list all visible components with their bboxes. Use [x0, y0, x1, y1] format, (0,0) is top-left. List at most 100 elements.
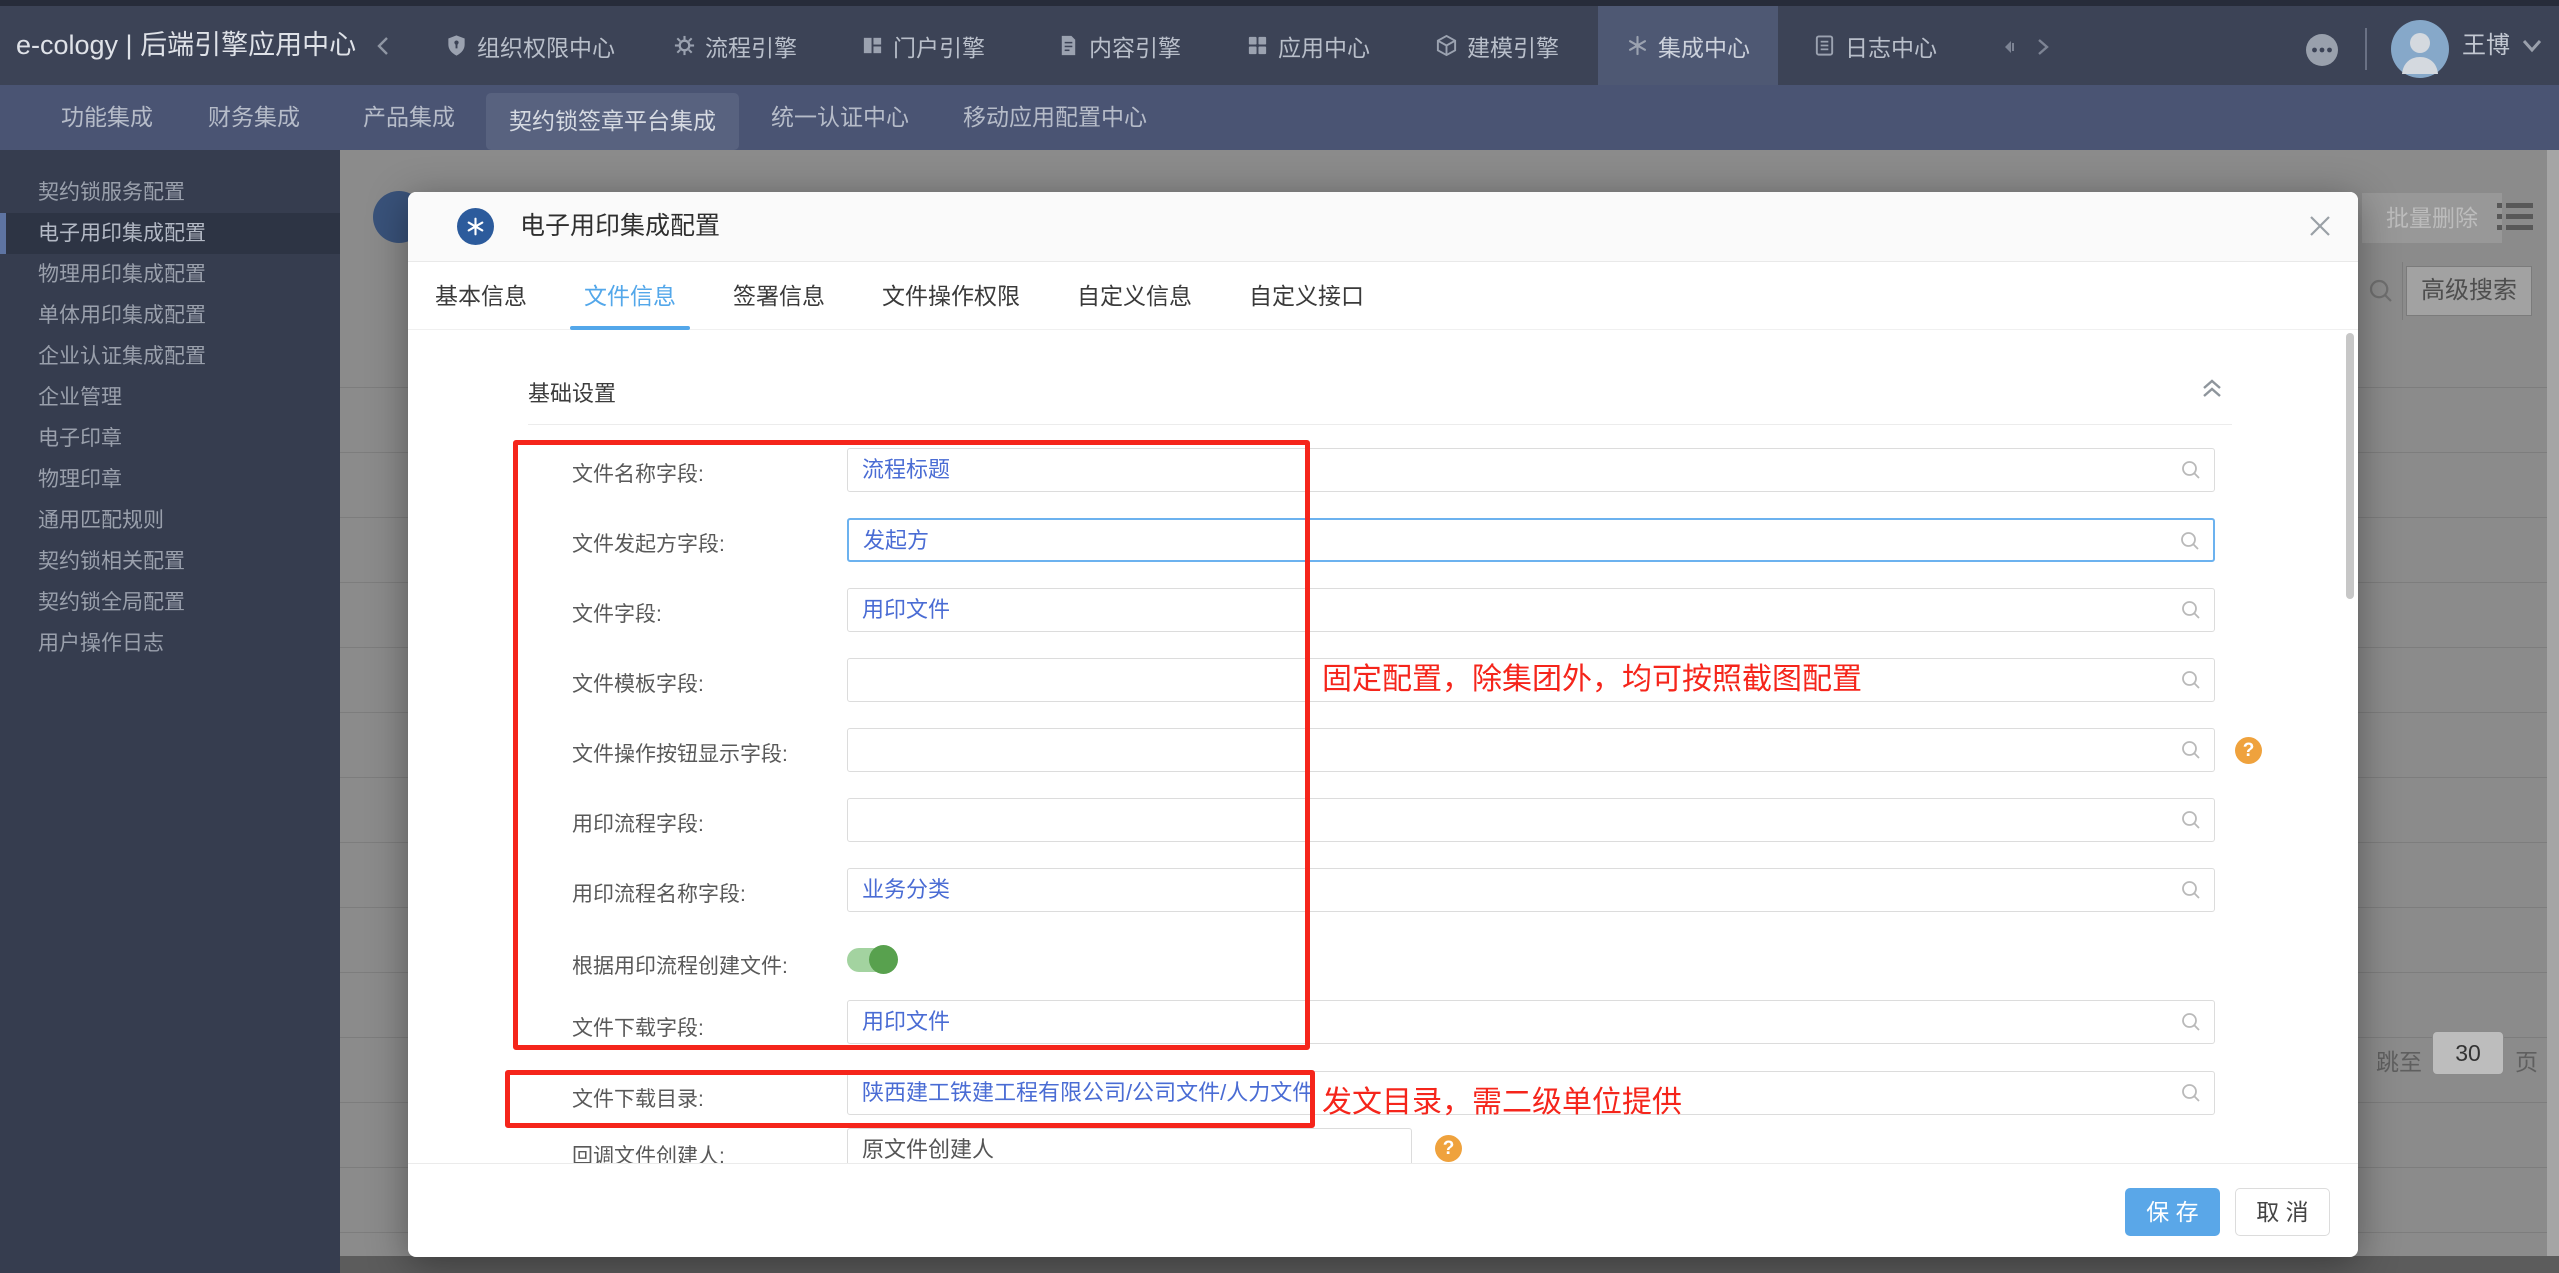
dialog-scrollbar[interactable] [2346, 333, 2354, 599]
page-scrollbar [2547, 150, 2559, 1256]
topnav-label: 建模引擎 [1467, 34, 1559, 61]
topnav-item-app-center[interactable]: 应用中心 [1246, 6, 1370, 85]
sidebar-item-physical-seal[interactable]: 物理印章 [0, 459, 340, 500]
field-search-icon[interactable] [2178, 529, 2202, 553]
dialog-tabs: 基本信息 文件信息 签署信息 文件操作权限 自定义信息 自定义接口 [408, 262, 2358, 330]
nav-scroll-right-icon[interactable] [2030, 35, 2054, 59]
section-divider [528, 424, 2232, 425]
user-chevron-down-icon[interactable] [2522, 39, 2542, 53]
user-avatar[interactable] [2390, 19, 2450, 79]
app-title: e-cology | 后端引擎应用中心 [16, 30, 357, 60]
page-jump-label: 跳至 [2376, 1049, 2422, 1075]
subnav-item[interactable]: 移动应用配置中心 [963, 85, 1147, 150]
field-search-icon[interactable] [2179, 1081, 2203, 1105]
log-center-icon [1815, 35, 1834, 56]
collapse-section-icon[interactable] [2196, 370, 2228, 402]
secondary-navigation-bar: 功能集成 财务集成 产品集成 契约锁签章平台集成 统一认证中心 移动应用配置中心 [0, 85, 2559, 150]
workflow-engine-icon [674, 35, 695, 56]
topnav-label: 内容引擎 [1089, 34, 1181, 61]
dimmed-table-right [2358, 323, 2547, 1256]
user-name[interactable]: 王博 [2462, 6, 2510, 85]
dialog-header: 电子用印集成配置 [408, 192, 2358, 262]
tab-basic-info[interactable]: 基本信息 [435, 262, 527, 330]
modeling-engine-icon [1436, 34, 1457, 57]
topnav-label: 集成中心 [1658, 34, 1750, 61]
close-icon[interactable] [2298, 204, 2342, 248]
annotation-note-2: 发文目录，需二级单位提供 [1322, 1086, 1682, 1119]
save-button[interactable]: 保 存 [2125, 1188, 2220, 1236]
sidebar-item-electronic-seal[interactable]: 电子印章 [0, 418, 340, 459]
more-icon[interactable] [2304, 32, 2340, 68]
subnav-item[interactable]: 统一认证中心 [771, 85, 909, 150]
sidebar-item-user-operation-log[interactable]: 用户操作日志 [0, 623, 340, 664]
subnav-item[interactable]: 财务集成 [208, 85, 300, 150]
page-jump-input: 30 [2432, 1031, 2504, 1075]
advanced-search-button: 高级搜索 [2406, 266, 2532, 316]
topnav-item-integration-center[interactable]: 集成中心 [1598, 6, 1778, 85]
topnav-item-log-center[interactable]: 日志中心 [1813, 6, 1937, 85]
nav-scroll-left-icon[interactable] [2000, 35, 2024, 59]
content-engine-icon [1061, 35, 1076, 56]
dimmed-page-bottom [340, 1256, 2559, 1273]
subnav-item[interactable]: 产品集成 [363, 85, 455, 150]
topnav-item-org-permission[interactable]: 组织权限中心 [445, 6, 615, 85]
sidebar-item-qys-related-config[interactable]: 契约锁相关配置 [0, 541, 340, 582]
org-permission-shield-icon [448, 35, 465, 56]
tab-custom-api[interactable]: 自定义接口 [1249, 262, 1364, 330]
field-search-icon[interactable] [2179, 598, 2203, 622]
tab-custom-info[interactable]: 自定义信息 [1077, 262, 1192, 330]
topnav-item-workflow-engine[interactable]: 流程引擎 [673, 6, 797, 85]
help-icon[interactable] [2235, 737, 2262, 764]
batch-delete-button: 批量删除 [2362, 193, 2502, 243]
subnav-item-active[interactable]: 契约锁签章平台集成 [486, 93, 739, 150]
sidebar-item-physical-seal-integration[interactable]: 物理用印集成配置 [0, 254, 340, 295]
tab-file-operation-permission[interactable]: 文件操作权限 [882, 262, 1020, 330]
tab-file-info[interactable]: 文件信息 [570, 262, 690, 330]
sidebar-item-qys-global-config[interactable]: 契约锁全局配置 [0, 582, 340, 623]
portal-engine-icon [863, 37, 882, 54]
help-icon[interactable] [1435, 1135, 1462, 1162]
tab-sign-info[interactable]: 签署信息 [733, 262, 825, 330]
topnav-item-modeling-engine[interactable]: 建模引擎 [1435, 6, 1559, 85]
dialog-footer: 保 存 取 消 [408, 1163, 2358, 1257]
background-search-divider [2402, 262, 2403, 320]
field-search-icon[interactable] [2179, 458, 2203, 482]
annotation-box-fixed-config [513, 440, 1310, 1050]
section-title: 基础设置 [528, 381, 617, 406]
sidebar-item-single-seal-integration[interactable]: 单体用印集成配置 [0, 295, 340, 336]
background-search-icon [2369, 279, 2392, 302]
sidebar-item-match-rules[interactable]: 通用匹配规则 [0, 500, 340, 541]
field-search-icon[interactable] [2179, 878, 2203, 902]
topnav-label: 流程引擎 [705, 34, 797, 61]
field-search-icon[interactable] [2179, 1010, 2203, 1034]
screen: e-cology | 后端引擎应用中心 组织权限中心 流程引擎 门户引擎 内容引… [0, 0, 2559, 1273]
topnav-item-portal-engine[interactable]: 门户引擎 [861, 6, 985, 85]
dialog-snowflake-icon [457, 208, 494, 245]
topnav-item-content-engine[interactable]: 内容引擎 [1057, 6, 1181, 85]
eseal-config-dialog: 电子用印集成配置 基本信息 文件信息 签署信息 文件操作权限 自定义信息 自定义… [408, 192, 2358, 1257]
annotation-box-download-directory [505, 1070, 1315, 1128]
field-search-icon[interactable] [2179, 808, 2203, 832]
topnav-label: 应用中心 [1278, 34, 1370, 61]
page-unit-label: 页 [2515, 1049, 2538, 1075]
field-search-icon[interactable] [2179, 668, 2203, 692]
topnav-label: 组织权限中心 [477, 34, 615, 61]
app-center-icon [1248, 36, 1267, 55]
dimmed-table-left [340, 323, 408, 1256]
annotation-note-1: 固定配置，除集团外，均可按照截图配置 [1322, 663, 1862, 696]
sidebar-item-eseal-integration-config[interactable]: 电子用印集成配置 [0, 213, 340, 254]
sidebar-item-enterprise-mgmt[interactable]: 企业管理 [0, 377, 340, 418]
subnav-item[interactable]: 功能集成 [61, 85, 153, 150]
sidebar-item-qys-service-config[interactable]: 契约锁服务配置 [0, 172, 340, 213]
nav-back-chevron-icon[interactable] [372, 34, 396, 58]
dialog-title: 电子用印集成配置 [520, 212, 721, 240]
cancel-button[interactable]: 取 消 [2235, 1188, 2330, 1236]
topnav-label: 日志中心 [1845, 34, 1937, 61]
sidebar: 契约锁服务配置 电子用印集成配置 物理用印集成配置 单体用印集成配置 企业认证集… [0, 150, 340, 1273]
sidebar-item-enterprise-auth[interactable]: 企业认证集成配置 [0, 336, 340, 377]
top-navigation-bar: e-cology | 后端引擎应用中心 组织权限中心 流程引擎 门户引擎 内容引… [0, 6, 2559, 85]
field-search-icon[interactable] [2179, 738, 2203, 762]
topbar-divider [2365, 28, 2367, 70]
integration-center-snowflake-icon [1628, 35, 1647, 56]
topnav-label: 门户引擎 [893, 34, 985, 61]
